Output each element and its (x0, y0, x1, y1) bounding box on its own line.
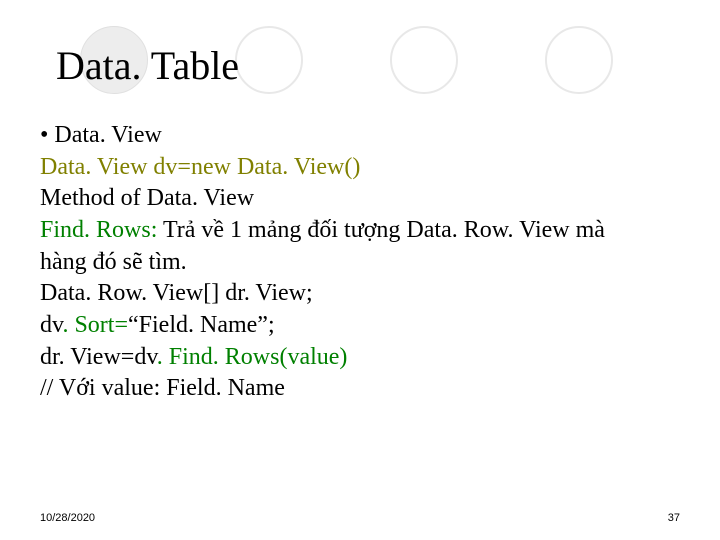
text: . Rows(value) (213, 344, 348, 370)
title-part-2: Table (151, 43, 239, 88)
slide-footer: 10/28/2020 37 (40, 512, 680, 524)
text: Method of Data (40, 185, 192, 211)
body-line: dv. Sort=“Field. Name”; (40, 310, 680, 342)
circle-icon (390, 26, 458, 94)
text: hàng đó sẽ tìm. (40, 249, 187, 275)
slide: Data. Table • Data. View Data. View dv=n… (0, 0, 720, 540)
text: Data (40, 280, 85, 306)
circle-icon (545, 26, 613, 94)
text: “Field (128, 312, 188, 338)
text: Data (40, 154, 85, 180)
text: . View (192, 185, 254, 211)
footer-page-number: 37 (668, 512, 680, 524)
body-line: • Data. View (40, 120, 680, 152)
text: . Sort= (62, 312, 128, 338)
body-line: Data. View dv=new Data. View() (40, 152, 680, 184)
text: dv (40, 312, 62, 338)
text: . View() (282, 154, 360, 180)
footer-date: 10/28/2020 (40, 512, 95, 524)
text: . View[] dr (141, 280, 244, 306)
text: . View mà (508, 217, 605, 243)
text: • Data (40, 122, 100, 148)
text: Find (40, 217, 84, 243)
text: // Với value: Field (40, 375, 216, 401)
text: . Rows: (84, 217, 157, 243)
title-part-1: Data (56, 43, 132, 88)
text: . Row (85, 280, 141, 306)
text: dr (40, 344, 59, 370)
body-line: Method of Data. View (40, 183, 680, 215)
body-line: Data. Row. View[] dr. View; (40, 278, 680, 310)
slide-title: Data. Table (56, 42, 239, 89)
text: Trả về 1 mảng đối tượng Data (157, 217, 451, 243)
text: . Name”; (188, 312, 275, 338)
text: . View (100, 122, 162, 148)
text: . View; (244, 280, 313, 306)
body-line: dr. View=dv. Find. Rows(value) (40, 342, 680, 374)
text: . View dv=new Data (85, 154, 282, 180)
title-dot: . (132, 43, 151, 88)
text: . Row (452, 217, 508, 243)
text: . Name (216, 375, 285, 401)
body-line: hàng đó sẽ tìm. (40, 247, 680, 279)
circle-icon (235, 26, 303, 94)
slide-body: • Data. View Data. View dv=new Data. Vie… (40, 120, 680, 405)
text: . Find (157, 344, 213, 370)
body-line: Find. Rows: Trả về 1 mảng đối tượng Data… (40, 215, 680, 247)
text: . View=dv (59, 344, 157, 370)
body-line: // Với value: Field. Name (40, 373, 680, 405)
